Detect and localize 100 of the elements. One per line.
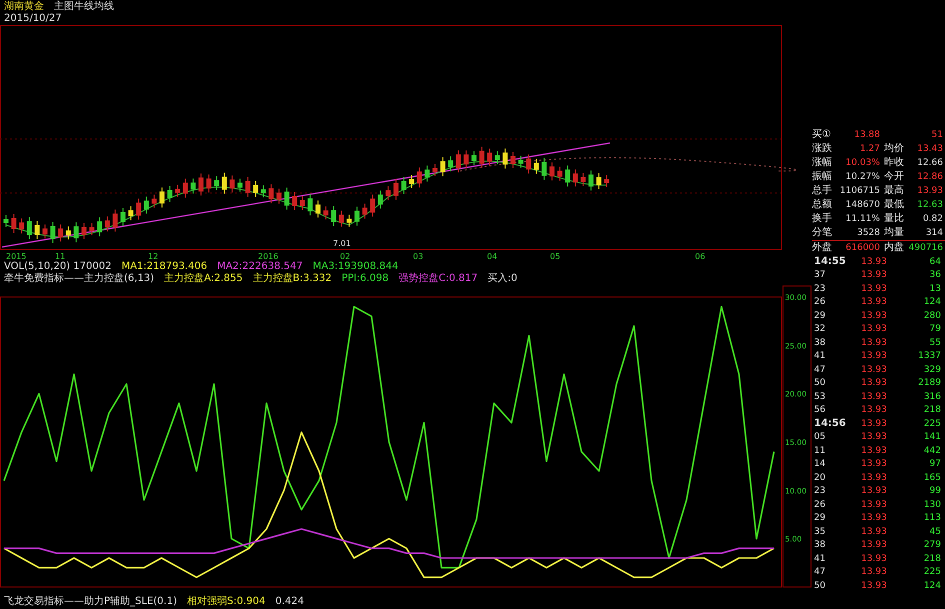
tick-time: 37 [813,269,826,282]
indicator-value: 主力控盘A:2.855 [164,273,243,285]
tick-price: 13.93 [860,526,888,538]
quote-label: 最高 [883,185,905,197]
tick-volume: 2189 [917,377,942,390]
date-axis-label: 11 [55,252,66,261]
tick-time: 14:56 [813,418,847,430]
tick-price: 13.93 [860,350,888,362]
tick-volume: 13 [928,282,942,295]
quote-value: 12.63 [916,199,944,211]
indicator-value: PPI:6.098 [342,273,389,285]
tick-volume: 225 [922,418,942,430]
tick-volume: 141 [922,431,942,444]
indicator-value: MA3:193908.844 [312,261,398,273]
quote-label: 昨收 [883,157,905,169]
date-axis-label: 03 [413,252,424,261]
indicator-value: 强势控盘C:0.817 [398,273,478,285]
tick-time: 41 [813,552,826,565]
stock-name: 湖南黄金 [4,0,44,12]
tick-price: 13.93 [860,390,888,403]
tick-time: 14:55 [813,256,847,268]
quote-label: 内盘 [883,242,905,254]
quote-label: 量比 [883,213,905,225]
status-value: 相对强弱S:0.904 [186,596,266,608]
tick-volume: 124 [922,296,942,308]
tick-price: 13.93 [860,485,888,498]
tick-price: 13.93 [860,404,888,416]
tick-time: 23 [813,282,826,295]
tick-volume: 165 [922,472,942,484]
tick-time: 50 [813,580,826,592]
quote-value: 12.66 [916,157,944,169]
tick-volume: 442 [922,444,942,457]
quote-value: 616000 [844,242,881,254]
tick-time: 32 [813,323,826,336]
date-axis-label: 02 [340,252,350,261]
tick-volume: 113 [922,512,942,524]
tick-time: 23 [813,485,826,498]
tick-volume: 279 [922,539,942,552]
quote-label: 分笔 [812,227,833,239]
tick-price: 13.93 [860,377,888,390]
tick-time: 41 [813,350,826,362]
quote-value: 1.27 [858,143,881,155]
tick-price: 13.93 [860,296,888,308]
tick-price: 13.93 [860,336,888,349]
tick-time: 50 [813,377,826,390]
tick-price: 13.93 [860,458,888,470]
quote-label: 最低 [883,199,905,211]
quote-label: 涨幅 [812,157,833,169]
tick-volume: 64 [928,256,942,268]
quote-value: 0.82 [922,213,944,225]
tick-time: 11 [813,444,826,457]
tick-time: 14 [813,458,826,470]
indicator-name: 主图牛线均线 [54,0,114,12]
date-axis-label: 04 [487,252,498,261]
date-axis-label: 12 [148,252,158,261]
quote-label: 外盘 [812,242,833,254]
tick-volume: 79 [928,323,942,336]
quote-label: 换手 [812,213,833,225]
status-value: 飞龙交易指标——助力P辅助_SLE(0.1) [4,596,177,608]
date-axis-label: 06 [695,252,706,261]
tick-time: 35 [813,526,826,538]
tick-volume: 316 [922,390,942,403]
tick-price: 13.93 [860,580,888,592]
tick-price: 13.93 [860,444,888,457]
tick-time: 26 [813,296,826,308]
quote-label: 总额 [812,199,833,211]
quote-label: 均量 [883,227,905,239]
tick-volume: 130 [922,498,942,511]
tick-price: 13.93 [860,418,888,430]
tick-volume: 218 [922,552,942,565]
tick-volume: 218 [922,404,942,416]
date-axis-label: 2015 [6,252,26,261]
tick-time: 26 [813,498,826,511]
tick-volume: 124 [922,580,942,592]
tick-time: 47 [813,566,826,578]
tick-time: 56 [813,404,826,416]
date-label: 2015/10/27 [4,13,62,25]
tick-volume: 225 [922,566,942,578]
quote-label: 今开 [883,171,905,183]
tick-price: 13.93 [860,256,888,268]
tick-volume: 329 [922,364,942,376]
tick-price: 13.93 [860,472,888,484]
tick-time: 29 [813,512,826,524]
quote-value: 12.86 [916,171,944,183]
quote-value: 13.88 [853,129,881,141]
tick-price: 13.93 [860,431,888,444]
tick-price: 13.93 [860,539,888,552]
tick-volume: 1337 [917,350,942,362]
tick-price: 13.93 [860,269,888,282]
tick-time: 20 [813,472,826,484]
quote-label: 买① [812,129,832,141]
quote-label: 涨跌 [812,143,833,155]
indicator-value: MA2:222638.547 [217,261,303,272]
tick-price: 13.93 [860,310,888,322]
tick-time: 38 [813,539,826,552]
indicator-value: 主力控盘B:3.332 [252,273,332,285]
quote-value: 10.27% [844,171,881,183]
quote-value: 490716 [908,242,944,254]
tick-volume: 280 [922,310,942,322]
indicator-value: VOL(5,10,20) 170002 [4,261,112,272]
